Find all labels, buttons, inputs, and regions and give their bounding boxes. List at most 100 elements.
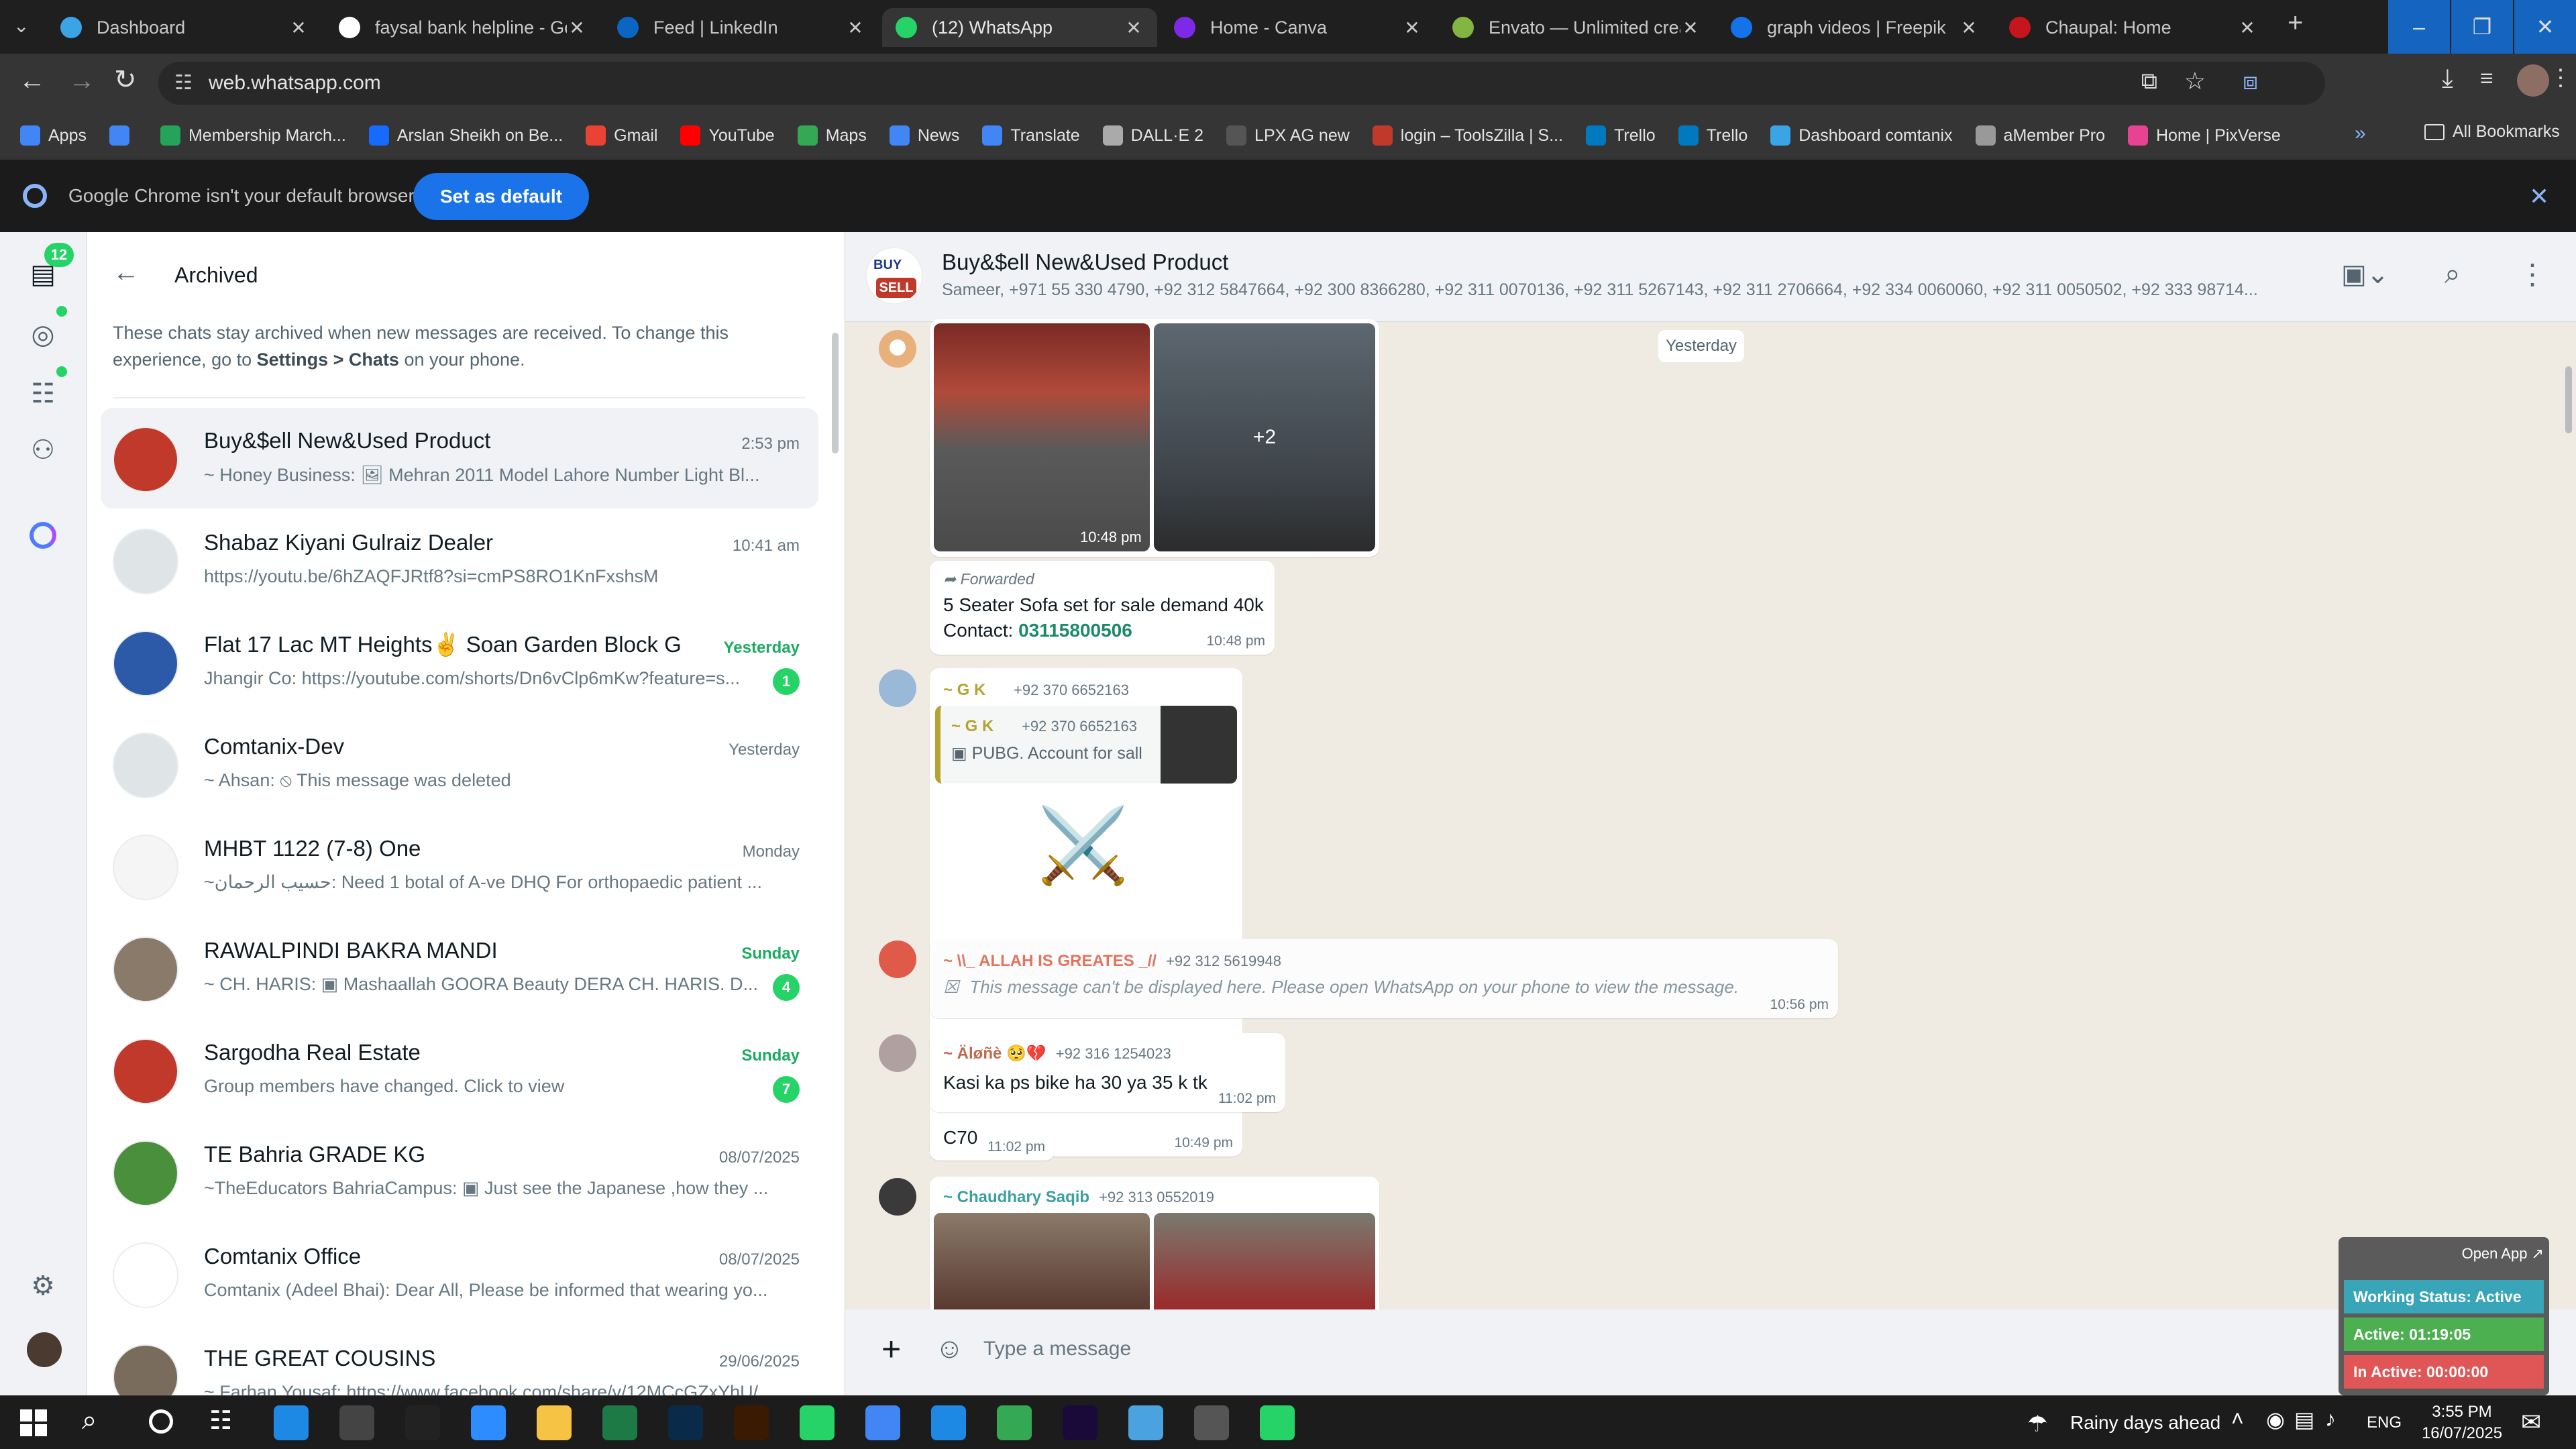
bookmark-item[interactable]: aMember Pro [1975,125,2105,146]
close-tab-icon[interactable]: ✕ [1680,17,1701,39]
volume-icon[interactable]: ♪ [2325,1407,2336,1432]
notifications-icon[interactable]: ✉ [2521,1408,2541,1436]
bookmark-item[interactable]: Trello [1586,125,1656,146]
bookmark-item[interactable]: Trello [1678,125,1748,146]
download-icon[interactable]: ⤓ [2442,64,2453,93]
bookmark-item[interactable]: YouTube [680,125,775,146]
vscode-app-icon[interactable] [931,1405,966,1440]
profile-avatar[interactable] [27,1332,62,1367]
photoshop-app-icon[interactable] [668,1405,703,1440]
search-icon[interactable]: ⌕ [2445,258,2461,290]
bookmark-item[interactable]: Arslan Sheikh on Be... [368,125,563,146]
edge-app-icon[interactable] [274,1405,309,1440]
attach-plus-icon[interactable]: + [881,1330,901,1368]
sender-avatar[interactable] [879,330,916,368]
bookmark-item[interactable] [109,125,138,146]
communities-icon[interactable]: ⚇ [27,435,59,467]
terminal-app-icon[interactable] [405,1405,440,1440]
task-view-icon[interactable]: ☷ [209,1405,232,1436]
close-tab-icon[interactable]: ✕ [845,17,865,39]
address-bar[interactable]: ☷ web.whatsapp.com ⧉ ☆ ⧈ [158,62,2325,105]
weather-icon[interactable]: ☂ [2027,1411,2047,1438]
browser-tab[interactable]: Feed | LinkedIn ✕ [604,8,879,47]
profile-avatar[interactable] [2517,64,2549,97]
gk-avatar[interactable] [879,669,916,707]
close-infobar-icon[interactable]: ✕ [2529,182,2549,211]
sofa-photo[interactable] [934,323,1150,551]
close-tab-icon[interactable]: ✕ [1402,17,1422,39]
group-avatar[interactable]: BUY SELL [865,247,923,305]
clock[interactable]: 3:55 PM 16/07/2025 [2415,1401,2509,1444]
calculator-app-icon[interactable] [1194,1405,1229,1440]
chrome-menu-icon[interactable]: ⋮ [2549,64,2572,91]
open-app-button[interactable]: Open App ↗ [2462,1245,2544,1263]
sticker-icon[interactable]: ☺ [935,1332,964,1364]
minimize-window-button[interactable]: – [2388,0,2450,54]
browser-tab[interactable]: Envato — Unlimited creat ✕ [1439,8,1714,47]
more-bookmarks-icon[interactable]: » [2355,122,2366,145]
browser-tab[interactable]: Chaupal: Home ✕ [1996,8,2271,47]
close-window-button[interactable]: ✕ [2514,0,2576,54]
close-tab-icon[interactable]: ✕ [288,17,309,39]
extensions-icon[interactable]: ⧈ [2243,67,2258,96]
message-input[interactable]: Type a message [983,1338,1131,1360]
list-scrollbar[interactable] [832,333,839,453]
contact-number-link[interactable]: 03115800506 [1018,620,1132,641]
bookmark-item[interactable]: Maps [797,125,867,146]
close-tab-icon[interactable]: ✕ [2237,17,2257,39]
browser-tab[interactable]: Dashboard ✕ [47,8,322,47]
armchair-photo[interactable]: +2 [1154,323,1375,551]
restore-window-button[interactable]: ❐ [2451,0,2513,54]
browser-tab[interactable]: (12) WhatsApp ✕ [882,8,1157,47]
conversation-header[interactable]: BUY SELL Buy&$ell New&Used Product Samee… [845,232,2576,322]
chat-list-item[interactable]: THE GREAT COUSINS 29/06/2025 ~ Farhan Yous… [101,1326,818,1395]
chrome-app-icon[interactable] [865,1405,900,1440]
chat-list-item[interactable]: Shabaz Kiyani Gulraiz Dealer 10:41 am http… [101,510,818,610]
language-indicator[interactable]: ENG [2367,1413,2402,1432]
bookmark-item[interactable]: DALL·E 2 [1102,125,1203,146]
menu-icon[interactable]: ⋮ [2518,258,2546,290]
bookmark-star-icon[interactable]: ☆ [2184,67,2206,95]
illustrator-app-icon[interactable] [734,1405,769,1440]
cortana-icon[interactable] [149,1409,173,1434]
bookmark-item[interactable]: Translate [982,125,1080,146]
chat-list-item[interactable]: RAWALPINDI BAKRA MANDI Sunday ~ CH. HARIS:… [101,918,818,1018]
bookmark-item[interactable]: Gmail [586,125,657,146]
file-explorer-app-icon[interactable] [537,1405,572,1440]
alone-avatar[interactable] [879,1034,916,1072]
status-icon[interactable]: ◎ [27,319,59,352]
browser-tab[interactable]: faysal bank helpline - Goo ✕ [325,8,600,47]
video-call-icon[interactable]: ▣⌄ [2341,259,2389,290]
chat-list-item[interactable]: Comtanix Office 08/07/2025 Comtanix (Adeel… [101,1224,818,1324]
conversation-scrollbar[interactable] [2565,366,2572,433]
chat-list-item[interactable]: TE Bahria GRADE KG 08/07/2025 ~TheEducator… [101,1122,818,1222]
bookmark-item[interactable]: Membership March... [160,125,346,146]
set-as-default-button[interactable]: Set as default [413,173,589,220]
reload-icon[interactable]: ↻ [114,64,137,95]
chat-list-item[interactable]: Comtanix-Dev Yesterday ~ Ahsan: ⦸ This mes… [101,714,818,814]
browser-tab[interactable]: Home - Canva ✕ [1161,8,1436,47]
whatsapp-app-icon[interactable] [800,1405,835,1440]
bookmark-item[interactable]: login – ToolsZilla | S... [1372,125,1563,146]
install-app-icon[interactable]: ⧉ [2141,68,2157,95]
meta-ai-icon[interactable] [30,522,56,549]
reading-list-icon[interactable]: ≡ [2480,66,2493,92]
channels-icon[interactable]: ☷ [27,378,59,411]
network-icon[interactable]: ▤ [2294,1407,2314,1432]
bookmark-item[interactable]: News [889,125,959,146]
site-info-icon[interactable]: ☷ [174,71,193,95]
tray-chevron-icon[interactable]: ˄ [2231,1407,2244,1432]
chat-list-item[interactable]: MHBT 1122 (7-8) One Monday ~حسیب الرحمان: … [101,816,818,916]
back-arrow-icon[interactable]: ← [113,258,140,288]
browser-tab[interactable]: graph videos | Freepik ✕ [1717,8,1992,47]
bookmark-item[interactable]: LPX AG new [1226,125,1350,146]
start-button[interactable] [20,1409,47,1436]
chrome-app-icon[interactable] [997,1405,1032,1440]
forward-icon[interactable]: → [68,66,95,96]
bookmark-item[interactable]: Dashboard comtanix [1770,125,1953,146]
whatsapp-app-icon[interactable] [1260,1405,1295,1440]
all-bookmarks[interactable]: All Bookmarks [2424,122,2560,142]
saqib-avatar[interactable] [879,1178,916,1216]
quoted-message[interactable]: ~ G K +92 370 6652163 ▣ PUBG. Account fo… [935,706,1237,784]
pen-app-icon[interactable] [339,1405,374,1440]
